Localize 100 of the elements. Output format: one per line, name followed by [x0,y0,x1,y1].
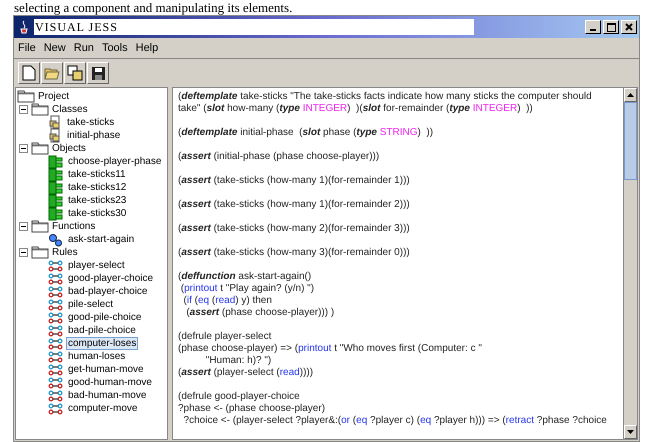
tree-item[interactable]: take-sticks23 [66,194,128,207]
tree-node-label[interactable]: Classes [52,103,88,116]
function-name: if [186,295,192,306]
object-icon [48,180,63,194]
menu-item[interactable]: File [18,40,36,56]
caption-text: selecting a component and manipulating its elements. [13,0,294,15]
tree-item[interactable]: bad-pile-choice [66,324,138,337]
code-text: for-remainder ( [382,103,450,114]
tree-item[interactable]: bad-player-choice [66,285,150,298]
tree-item[interactable]: take-sticks11 [66,168,128,181]
code-text: ?phase ?choice [536,415,607,426]
tree-item[interactable]: choose-player-phase [66,155,164,168]
menu-item[interactable]: New [44,40,66,56]
code-text: phase ( [322,127,356,138]
code-text: ?choice <- (player-select ?player&:( [182,415,342,426]
up-arrow-icon [627,93,634,97]
function-name: retract [506,415,534,426]
folder-icon [31,103,49,116]
menu-item[interactable]: Run [74,40,94,56]
type-name: INTEGER [472,103,518,114]
menu-item[interactable]: Tools [102,40,128,56]
code-text: ( [180,283,184,294]
tree-item[interactable]: pile-select [66,298,116,311]
toolbar-button[interactable] [64,62,86,84]
code-text: ( [178,271,182,282]
tree-item[interactable]: ask-start-again [66,233,136,246]
code-text: ( [178,127,182,138]
code-text: ?phase <- (phase choose-player) [178,403,326,414]
keyword: assert [181,223,211,234]
tree-node-label[interactable]: Rules [52,246,78,259]
expander-icon[interactable] [19,105,28,114]
type-name: INTEGER [302,103,348,114]
code-text: ?player c) ( [369,415,420,426]
window-title: VISUAL JESS [34,19,474,35]
rule-icon [48,390,63,402]
tree-item[interactable]: computer-loses [66,337,138,350]
tree-item[interactable]: computer-move [66,402,140,415]
code-text: ( [178,247,182,258]
tree-item[interactable]: good-player-choice [66,272,156,285]
down-arrow-icon [627,430,634,434]
function-name: read [215,295,236,306]
tree-item[interactable]: initial-phase [65,129,122,142]
close-button[interactable] [621,20,637,34]
class-icon [48,115,62,130]
toolbar-button[interactable] [18,62,40,84]
tree-node-label[interactable]: Functions [52,220,96,233]
code-text: ?player h))) => ( [432,415,506,426]
vertical-scrollbar[interactable] [623,88,637,439]
tree-item[interactable]: player-select [66,259,127,272]
code-text: ( [178,367,182,378]
tree-item[interactable]: human-loses [66,350,128,363]
type-name: STRING [378,127,418,138]
code-text: ( [178,223,182,234]
copy-icon [67,65,83,81]
keyword: deftemplate [181,91,238,102]
tree-node-label[interactable]: Objects [52,142,86,155]
keyword: type [279,103,300,114]
keyword: type [449,103,470,114]
keyword: slot [206,103,224,114]
new-file-icon [22,65,36,81]
folder-icon [31,142,49,155]
code-text: ( [178,91,182,102]
code-text: (initial-phase (phase choose-player))) [212,151,380,162]
expander-icon[interactable] [19,248,28,257]
scrollbar-thumb[interactable] [624,102,637,180]
maximize-button[interactable] [603,20,619,34]
function-name: or [341,415,350,426]
code-text: t "Play again? (y/n) ") [219,283,314,294]
menu-item[interactable]: Help [136,40,158,56]
tree-item[interactable]: get-human-move [66,363,146,376]
code-editor[interactable] [172,87,638,440]
tree-item[interactable]: take-sticks [65,116,116,129]
keyword: assert [181,247,211,258]
code-text: (take-sticks (how-many 3)(for-remainder 0))) [212,247,410,258]
close-icon [625,23,633,31]
function-name: eq [420,415,432,426]
code-text: (defrule good-player-choice [178,391,300,402]
code-text: (take-sticks (how-many 1)(for-remainder 1))) [212,175,410,186]
code-text: ( [194,295,198,306]
tree-item[interactable]: good-human-move [66,376,154,389]
tree-item[interactable]: take-sticks30 [66,207,128,220]
code-text: )))) [300,367,314,378]
keyword: deftemplate [181,127,238,138]
tree-item[interactable]: take-sticks12 [66,181,128,194]
minimize-button[interactable] [585,20,601,34]
code-text: ( [185,307,190,318]
keyword: slot [302,127,320,138]
rule-icon [48,272,63,284]
class-icon [48,128,62,143]
tree-item[interactable]: bad-human-move [66,389,148,402]
expander-icon[interactable] [19,144,28,153]
expander-icon[interactable] [19,222,28,231]
rule-icon [48,338,63,350]
toolbar-button[interactable] [87,62,109,84]
rule-icon [48,298,63,310]
code-text: ( [352,415,356,426]
rule-icon [48,364,63,376]
tree-item[interactable]: good-pile-choice [66,311,144,324]
code-text: ) )( [347,103,363,114]
keyword: assert [181,367,211,378]
